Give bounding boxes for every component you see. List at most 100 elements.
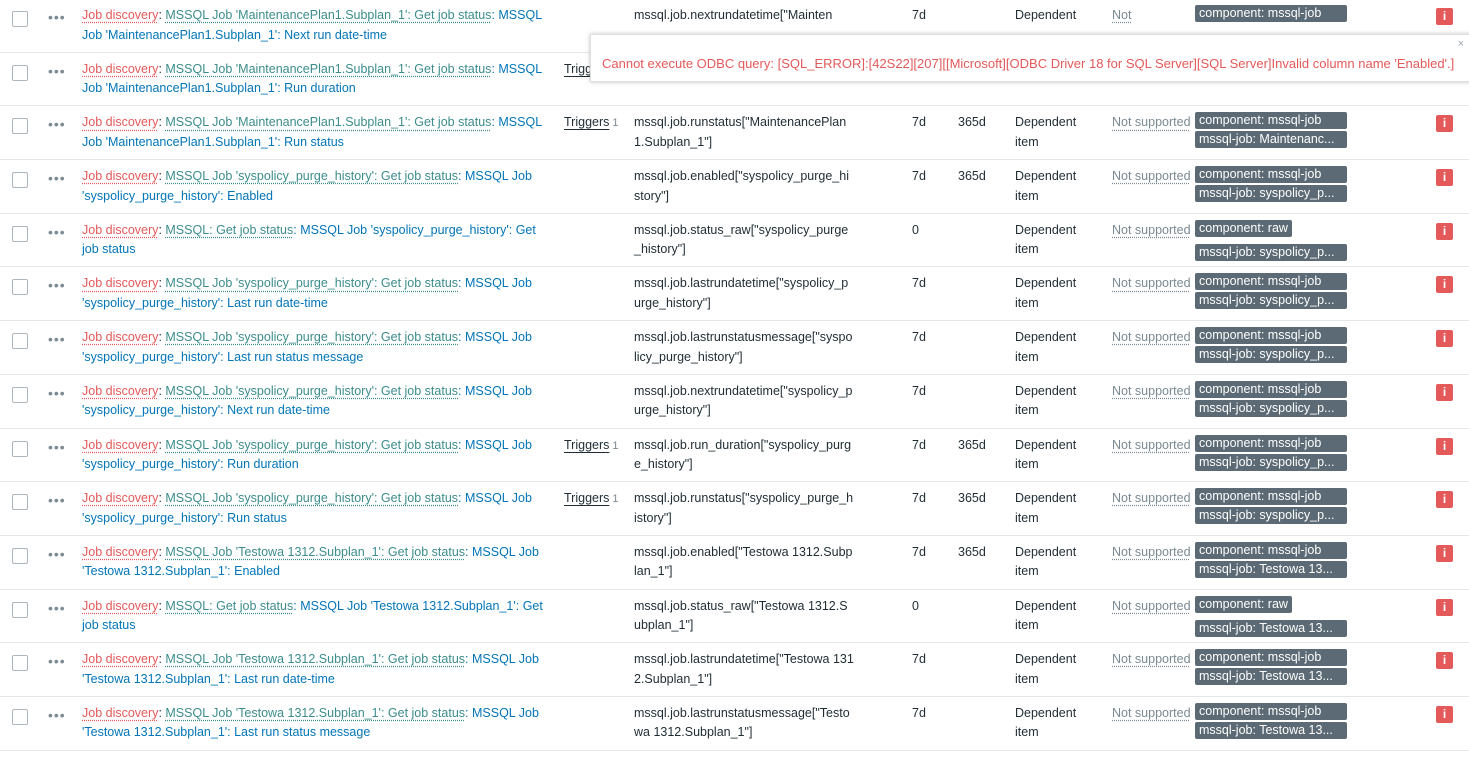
- master-item-link[interactable]: MSSQL Job 'syspolicy_purge_history': Get…: [165, 276, 458, 290]
- tag-badge[interactable]: mssql-job: Testowa 13...: [1195, 619, 1347, 637]
- row-actions-icon[interactable]: •••: [48, 224, 66, 240]
- info-icon[interactable]: i: [1436, 169, 1453, 187]
- master-item-link[interactable]: MSSQL Job 'Testowa 1312.Subplan_1': Get …: [165, 652, 465, 666]
- tag-badge[interactable]: component: mssql-job: [1195, 488, 1347, 506]
- tag-badge[interactable]: mssql-job: syspolicy_p...: [1195, 292, 1347, 310]
- triggers-link[interactable]: Triggers: [564, 491, 609, 505]
- status-link[interactable]: Not supported: [1112, 706, 1191, 720]
- tag-badge[interactable]: component: mssql-job: [1195, 166, 1347, 184]
- status-link[interactable]: Not supported: [1112, 223, 1191, 237]
- info-icon[interactable]: i: [1436, 491, 1453, 509]
- status-link[interactable]: Not supported: [1112, 115, 1191, 129]
- triggers-link[interactable]: Triggers: [564, 438, 609, 452]
- info-icon[interactable]: i: [1436, 383, 1453, 401]
- tag-badge[interactable]: component: mssql-job: [1195, 5, 1347, 22]
- tag-badge[interactable]: component: mssql-job: [1195, 380, 1347, 398]
- status-link[interactable]: Not supported: [1112, 491, 1191, 505]
- row-checkbox[interactable]: [12, 64, 28, 81]
- tag-badge[interactable]: component: mssql-job: [1195, 702, 1347, 720]
- row-checkbox[interactable]: [12, 333, 28, 350]
- discovery-rule-link[interactable]: Job discovery: [82, 706, 158, 720]
- tag-badge[interactable]: component: mssql-job: [1195, 273, 1347, 291]
- status-link[interactable]: Not supported: [1112, 545, 1191, 559]
- master-item-link[interactable]: MSSQL: Get job status: [165, 599, 293, 613]
- row-actions-icon[interactable]: •••: [48, 546, 66, 562]
- row-actions-icon[interactable]: •••: [48, 9, 66, 25]
- row-checkbox[interactable]: [12, 279, 28, 296]
- discovery-rule-link[interactable]: Job discovery: [82, 545, 158, 559]
- row-checkbox[interactable]: [12, 225, 28, 242]
- status-link[interactable]: Not supported: [1112, 652, 1191, 666]
- tag-badge[interactable]: component: mssql-job: [1195, 649, 1347, 667]
- status-link[interactable]: Not supported: [1112, 330, 1191, 344]
- row-actions-icon[interactable]: •••: [48, 653, 66, 669]
- master-item-link[interactable]: MSSQL Job 'MaintenancePlan1.Subplan_1': …: [165, 62, 491, 76]
- status-link[interactable]: Not supported: [1112, 169, 1191, 183]
- master-item-link[interactable]: MSSQL Job 'Testowa 1312.Subplan_1': Get …: [165, 706, 465, 720]
- master-item-link[interactable]: MSSQL Job 'syspolicy_purge_history': Get…: [165, 438, 458, 452]
- status-link[interactable]: Not supported: [1112, 384, 1191, 398]
- info-icon[interactable]: i: [1436, 115, 1453, 133]
- row-checkbox[interactable]: [12, 172, 28, 189]
- info-icon[interactable]: i: [1436, 330, 1453, 348]
- row-checkbox[interactable]: [12, 601, 28, 618]
- tag-badge[interactable]: component: mssql-job: [1195, 541, 1347, 559]
- info-icon[interactable]: i: [1436, 705, 1453, 723]
- info-icon[interactable]: i: [1436, 652, 1453, 670]
- discovery-rule-link[interactable]: Job discovery: [82, 8, 158, 22]
- tag-badge[interactable]: mssql-job: syspolicy_p...: [1195, 243, 1347, 261]
- info-icon[interactable]: i: [1436, 598, 1453, 616]
- tag-badge[interactable]: mssql-job: Testowa 13...: [1195, 668, 1347, 686]
- row-actions-icon[interactable]: •••: [48, 170, 66, 186]
- row-checkbox[interactable]: [12, 494, 28, 511]
- discovery-rule-link[interactable]: Job discovery: [82, 223, 158, 237]
- row-checkbox[interactable]: [12, 440, 28, 457]
- tag-badge[interactable]: component: mssql-job: [1195, 434, 1347, 452]
- master-item-link[interactable]: MSSQL Job 'MaintenancePlan1.Subplan_1': …: [165, 115, 491, 129]
- tag-badge[interactable]: component: mssql-job: [1195, 327, 1347, 345]
- master-item-link[interactable]: MSSQL: Get job status: [165, 223, 293, 237]
- row-actions-icon[interactable]: •••: [48, 385, 66, 401]
- master-item-link[interactable]: MSSQL Job 'Testowa 1312.Subplan_1': Get …: [165, 545, 465, 559]
- row-checkbox[interactable]: [12, 11, 28, 27]
- status-link[interactable]: Not supported: [1112, 438, 1191, 452]
- discovery-rule-link[interactable]: Job discovery: [82, 652, 158, 666]
- row-actions-icon[interactable]: •••: [48, 439, 66, 455]
- tag-badge[interactable]: mssql-job: syspolicy_p...: [1195, 185, 1347, 203]
- row-actions-icon[interactable]: •••: [48, 600, 66, 616]
- info-icon[interactable]: i: [1436, 8, 1453, 25]
- triggers-link[interactable]: Triggers: [564, 115, 609, 129]
- discovery-rule-link[interactable]: Job discovery: [82, 438, 158, 452]
- row-actions-icon[interactable]: •••: [48, 707, 66, 723]
- row-checkbox[interactable]: [12, 386, 28, 403]
- info-icon[interactable]: i: [1436, 276, 1453, 294]
- row-actions-icon[interactable]: •••: [48, 331, 66, 347]
- row-actions-icon[interactable]: •••: [48, 63, 66, 79]
- status-link[interactable]: Not supported: [1112, 599, 1191, 613]
- row-actions-icon[interactable]: •••: [48, 492, 66, 508]
- tag-badge[interactable]: mssql-job: Maintenanc...: [1195, 131, 1347, 149]
- tag-badge[interactable]: mssql-job: syspolicy_p...: [1195, 453, 1347, 471]
- info-icon[interactable]: i: [1436, 544, 1453, 562]
- close-icon[interactable]: ×: [1458, 38, 1464, 50]
- discovery-rule-link[interactable]: Job discovery: [82, 599, 158, 613]
- master-item-link[interactable]: MSSQL Job 'syspolicy_purge_history': Get…: [165, 169, 458, 183]
- discovery-rule-link[interactable]: Job discovery: [82, 384, 158, 398]
- row-checkbox[interactable]: [12, 118, 28, 135]
- status-link[interactable]: Not: [1112, 8, 1131, 22]
- master-item-link[interactable]: MSSQL Job 'MaintenancePlan1.Subplan_1': …: [165, 8, 491, 22]
- row-actions-icon[interactable]: •••: [48, 277, 66, 293]
- info-icon[interactable]: i: [1436, 222, 1453, 240]
- status-link[interactable]: Not supported: [1112, 276, 1191, 290]
- master-item-link[interactable]: MSSQL Job 'syspolicy_purge_history': Get…: [165, 330, 458, 344]
- tag-badge[interactable]: component: raw: [1195, 595, 1292, 613]
- tag-badge[interactable]: mssql-job: Testowa 13...: [1195, 560, 1347, 578]
- master-item-link[interactable]: MSSQL Job 'syspolicy_purge_history': Get…: [165, 491, 458, 505]
- tag-badge[interactable]: component: mssql-job: [1195, 112, 1347, 130]
- discovery-rule-link[interactable]: Job discovery: [82, 330, 158, 344]
- row-checkbox[interactable]: [12, 708, 28, 725]
- discovery-rule-link[interactable]: Job discovery: [82, 115, 158, 129]
- discovery-rule-link[interactable]: Job discovery: [82, 276, 158, 290]
- row-checkbox[interactable]: [12, 655, 28, 672]
- row-checkbox[interactable]: [12, 547, 28, 564]
